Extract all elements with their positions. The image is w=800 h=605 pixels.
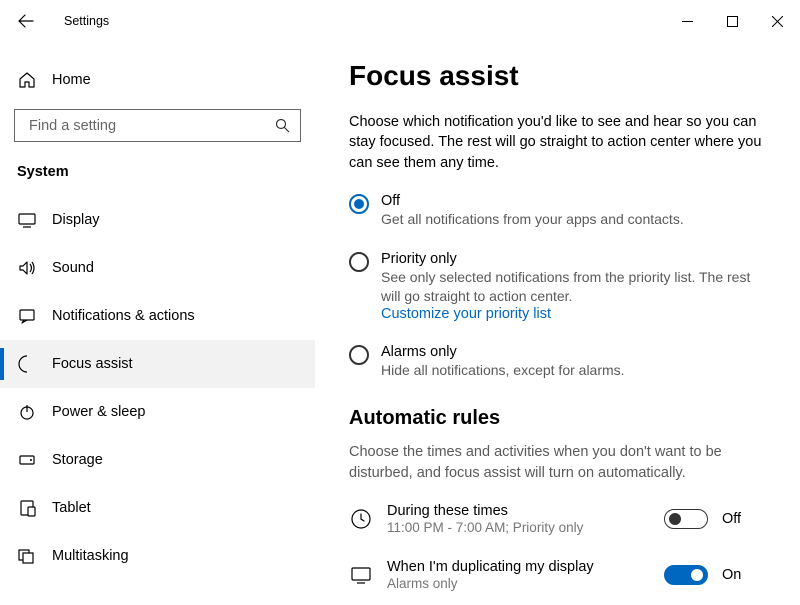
radio-indicator xyxy=(349,194,369,214)
sound-icon xyxy=(17,258,37,278)
radio-description: Get all notifications from your apps and… xyxy=(381,210,684,229)
radio-label: Priority only xyxy=(381,251,772,267)
search-icon xyxy=(274,118,290,134)
page-description: Choose which notification you'd like to … xyxy=(349,112,772,173)
sidebar-item-focus-assist[interactable]: Focus assist xyxy=(0,340,315,388)
sidebar-item-storage[interactable]: Storage xyxy=(0,436,315,484)
automatic-rules-title: Automatic rules xyxy=(349,407,772,430)
radio-priority-only[interactable]: Priority only See only selected notifica… xyxy=(349,251,772,322)
sidebar-item-sound[interactable]: Sound xyxy=(0,244,315,292)
back-button[interactable] xyxy=(18,0,40,42)
radio-indicator xyxy=(349,345,369,365)
automatic-rules-description: Choose the times and activities when you… xyxy=(349,442,772,483)
notifications-icon xyxy=(17,306,37,326)
sidebar-item-label: Storage xyxy=(52,452,103,468)
radio-label: Alarms only xyxy=(381,344,625,360)
sidebar: Home System Display Sound xyxy=(0,42,315,605)
home-label: Home xyxy=(52,72,91,88)
minimize-button[interactable] xyxy=(665,6,710,36)
sidebar-item-label: Sound xyxy=(52,260,94,276)
multitasking-icon xyxy=(17,546,37,566)
arrow-left-icon xyxy=(18,13,34,29)
sidebar-item-notifications[interactable]: Notifications & actions xyxy=(0,292,315,340)
rule-duplicating-display[interactable]: When I'm duplicating my display Alarms o… xyxy=(349,559,772,591)
tablet-icon xyxy=(17,498,37,518)
sidebar-item-label: Notifications & actions xyxy=(52,308,195,324)
sidebar-item-label: Tablet xyxy=(52,500,91,516)
display-icon xyxy=(349,563,373,587)
clock-icon xyxy=(349,507,373,531)
radio-indicator xyxy=(349,252,369,272)
search-input-wrap[interactable] xyxy=(14,109,301,142)
rules-list: During these times 11:00 PM - 7:00 AM; P… xyxy=(349,503,772,591)
sidebar-item-label: Display xyxy=(52,212,100,228)
toggle-state-label: On xyxy=(722,567,741,583)
search-input[interactable] xyxy=(27,117,274,135)
customize-priority-link[interactable]: Customize your priority list xyxy=(381,306,772,322)
home-icon xyxy=(17,70,37,90)
sidebar-category: System xyxy=(17,164,315,180)
sidebar-item-label: Multitasking xyxy=(52,548,129,564)
radio-off[interactable]: Off Get all notifications from your apps… xyxy=(349,193,772,229)
storage-icon xyxy=(17,450,37,470)
radio-description: Hide all notifications, except for alarm… xyxy=(381,361,625,380)
radio-label: Off xyxy=(381,193,684,209)
minimize-icon xyxy=(682,16,693,27)
rule-title: When I'm duplicating my display xyxy=(387,559,664,575)
power-icon xyxy=(17,402,37,422)
toggle-state-label: Off xyxy=(722,511,741,527)
rule-toggle[interactable] xyxy=(664,509,708,529)
close-icon xyxy=(772,16,783,27)
focus-assist-icon xyxy=(17,354,37,374)
focus-mode-radio-group: Off Get all notifications from your apps… xyxy=(349,193,772,380)
maximize-button[interactable] xyxy=(710,6,755,36)
home-nav[interactable]: Home xyxy=(0,62,315,98)
rule-subtitle: Alarms only xyxy=(387,576,664,591)
sidebar-item-tablet[interactable]: Tablet xyxy=(0,484,315,532)
display-icon xyxy=(17,210,37,230)
page-title: Focus assist xyxy=(349,60,772,92)
sidebar-item-power[interactable]: Power & sleep xyxy=(0,388,315,436)
main-content: Focus assist Choose which notification y… xyxy=(315,42,800,605)
radio-alarms-only[interactable]: Alarms only Hide all notifications, exce… xyxy=(349,344,772,380)
rule-title: During these times xyxy=(387,503,664,519)
sidebar-nav: Display Sound Notifications & actions Fo… xyxy=(0,196,315,580)
maximize-icon xyxy=(727,16,738,27)
close-button[interactable] xyxy=(755,6,800,36)
window-title: Settings xyxy=(64,14,109,28)
rule-during-times[interactable]: During these times 11:00 PM - 7:00 AM; P… xyxy=(349,503,772,535)
sidebar-item-label: Power & sleep xyxy=(52,404,146,420)
rule-toggle[interactable] xyxy=(664,565,708,585)
sidebar-item-display[interactable]: Display xyxy=(0,196,315,244)
radio-description: See only selected notifications from the… xyxy=(381,268,772,306)
sidebar-item-multitasking[interactable]: Multitasking xyxy=(0,532,315,580)
rule-subtitle: 11:00 PM - 7:00 AM; Priority only xyxy=(387,520,664,535)
sidebar-item-label: Focus assist xyxy=(52,356,133,372)
